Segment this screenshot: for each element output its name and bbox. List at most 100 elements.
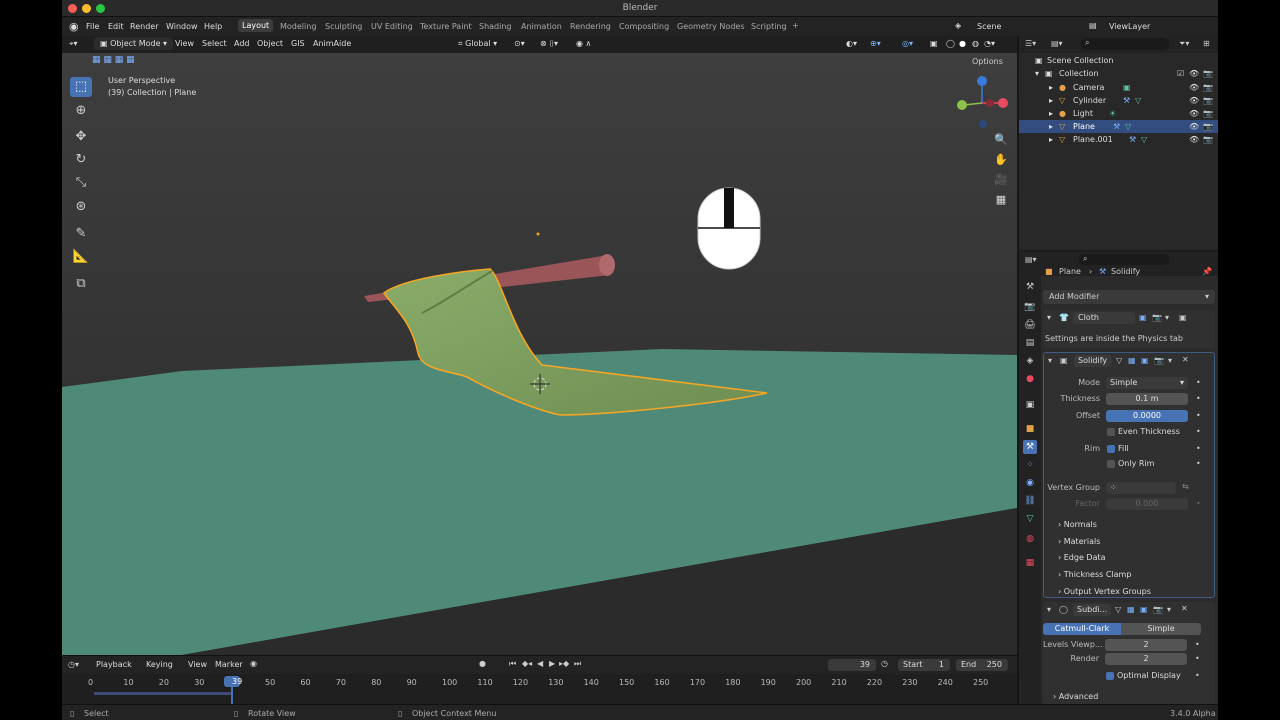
menu-render[interactable]: Render <box>130 22 158 31</box>
mode-dropdown[interactable]: Simple ▾ <box>1106 377 1188 389</box>
object-mode-dropdown[interactable]: ▣ Object Mode ▾ <box>94 37 174 50</box>
render-levels-field[interactable]: 2 <box>1105 653 1187 665</box>
scene-selector[interactable]: Scene <box>977 22 1001 31</box>
particles-tab-icon[interactable]: ⁘ <box>1023 458 1037 472</box>
record-icon[interactable]: ● <box>479 659 486 668</box>
proportional-edit-icon[interactable]: ◉ ∧ <box>576 39 591 48</box>
catmull-clark-button[interactable]: Catmull-Clark <box>1043 623 1121 635</box>
play-reverse-icon[interactable]: ◀ <box>537 659 543 668</box>
rotate-tool[interactable]: ↻ <box>70 150 92 170</box>
menu-view[interactable]: View <box>175 39 194 48</box>
thickness-field[interactable]: 0.1 m <box>1106 393 1188 405</box>
visibility-eye-icon[interactable]: 👁 <box>1189 83 1199 92</box>
menu-timeline-view[interactable]: View <box>188 660 207 669</box>
properties-editor-icon[interactable]: ▤▾ <box>1025 255 1037 264</box>
scale-tool[interactable]: ⤡ <box>70 173 92 193</box>
constraints-tab-icon[interactable]: ⛓ <box>1023 494 1037 508</box>
xray-toggle-icon[interactable]: ▣ <box>930 39 938 48</box>
transform-tool[interactable]: ⊛ <box>70 197 92 217</box>
close-icon[interactable]: ✕ <box>1182 355 1189 364</box>
vertex-group-field[interactable]: ⁘ <box>1106 482 1176 494</box>
materials-subpanel[interactable]: › Materials <box>1058 537 1100 546</box>
tool-tab-icon[interactable]: ⚒ <box>1023 280 1037 294</box>
world-tab-icon[interactable]: ● <box>1023 372 1037 386</box>
next-keyframe-icon[interactable]: ▸◆ <box>559 659 569 668</box>
previous-keyframe-icon[interactable]: ◆◂ <box>522 659 532 668</box>
editmode-toggle-icon[interactable]: ▦ <box>1128 356 1136 365</box>
shading-rendered-icon[interactable]: ◔▾ <box>984 39 995 48</box>
output-vertex-groups-subpanel[interactable]: › Output Vertex Groups <box>1058 587 1151 596</box>
thickness-clamp-subpanel[interactable]: › Thickness Clamp <box>1058 570 1131 579</box>
collection-checkbox[interactable]: ☑ <box>1177 69 1184 78</box>
render-tab-icon[interactable]: 📷 <box>1023 300 1037 314</box>
menu-select[interactable]: Select <box>202 39 227 48</box>
transform-orientation-dropdown[interactable]: ⌗ Global ▾ <box>458 39 497 49</box>
data-tab-icon[interactable]: ▽ <box>1023 512 1037 526</box>
tab-compositing[interactable]: Compositing <box>619 22 669 31</box>
outliner-item-cylinder[interactable]: ▸ ▽ Cylinder ⚒ ▽ 👁 📷 <box>1019 94 1218 107</box>
menu-object[interactable]: Object <box>257 39 283 48</box>
camera-view-icon[interactable]: 🎥 <box>992 171 1010 189</box>
scene-selector-icon[interactable]: ◈ <box>955 21 961 30</box>
menu-help[interactable]: Help <box>204 22 222 31</box>
subdivision-name-field[interactable]: Subdi... <box>1073 604 1111 616</box>
play-icon[interactable]: ▶ <box>549 659 555 668</box>
select-mode-icons[interactable]: ▦ ▦ ▦ ▦ <box>92 55 135 65</box>
close-icon[interactable]: ✕ <box>1181 604 1188 613</box>
playhead[interactable]: 39 <box>224 676 242 687</box>
frame-ruler[interactable]: 0 10 20 30 50 60 70 80 90 100 110 120 130 140 150 160 17… <box>62 674 1017 704</box>
new-collection-icon[interactable]: ⊞ <box>1203 39 1210 48</box>
outliner-item-plane-001[interactable]: ▸ ▽ Plane.001 ⚒ ▽ 👁 📷 <box>1019 133 1218 146</box>
render-camera-icon[interactable]: 📷 <box>1203 122 1213 131</box>
expand-icon[interactable]: ▸ <box>1049 109 1053 118</box>
collapse-icon[interactable]: ▾ <box>1047 313 1051 322</box>
physics-link-icon[interactable]: ▣ <box>1179 313 1187 322</box>
render-toggle-icon[interactable]: 📷 <box>1153 605 1163 614</box>
editmode-toggle-icon[interactable]: ▦ <box>1127 605 1135 614</box>
menu-keying[interactable]: Keying <box>146 660 173 669</box>
view-layer-tab-icon[interactable]: ▤ <box>1023 336 1037 350</box>
output-tab-icon[interactable]: 🖨 <box>1023 318 1037 332</box>
physics-tab-icon[interactable]: ◉ <box>1023 476 1037 490</box>
editmode-toggle-icon[interactable]: ▣ <box>1139 313 1147 322</box>
auto-keying-icon[interactable]: ◉ <box>250 659 257 668</box>
tab-texture-paint[interactable]: Texture Paint <box>420 22 472 31</box>
menu-edit[interactable]: Edit <box>108 22 124 31</box>
menu-file[interactable]: File <box>86 22 99 31</box>
tab-layout[interactable]: Layout <box>238 19 274 32</box>
cloth-name-field[interactable]: Cloth <box>1073 312 1135 324</box>
collapse-icon[interactable]: ▾ <box>1047 605 1051 614</box>
modifier-menu-icon[interactable]: ▾ <box>1168 356 1172 365</box>
tab-uv-editing[interactable]: UV Editing <box>371 22 413 31</box>
advanced-subpanel[interactable]: › Advanced <box>1053 692 1098 701</box>
keyframe-dot[interactable]: • <box>1195 640 1200 649</box>
render-camera-icon[interactable]: 📷 <box>1203 109 1213 118</box>
preview-range-icon[interactable]: ◷ <box>881 659 888 668</box>
current-frame-field[interactable]: 39 <box>828 659 876 671</box>
menu-playback[interactable]: Playback <box>96 660 132 669</box>
fill-checkbox[interactable] <box>1107 445 1115 453</box>
tab-shading[interactable]: Shading <box>479 22 512 31</box>
keyframe-dot[interactable]: • <box>1195 654 1200 663</box>
end-frame-field[interactable]: End 250 <box>956 659 1008 671</box>
only-rim-checkbox[interactable] <box>1107 460 1115 468</box>
tab-geometry-nodes[interactable]: Geometry Nodes <box>677 22 744 31</box>
expand-icon[interactable]: ▸ <box>1049 83 1053 92</box>
offset-field[interactable]: 0.0000 <box>1106 410 1188 422</box>
visibility-eye-icon[interactable]: 👁 <box>1189 109 1199 118</box>
editor-type-icon[interactable]: ⌖▾ <box>69 39 78 49</box>
outliner-item-light[interactable]: ▸ ● Light ☀ 👁 📷 <box>1019 107 1218 120</box>
outliner-search-input[interactable]: ⌕ <box>1081 38 1169 50</box>
scene-tab-icon[interactable]: ◈ <box>1023 354 1037 368</box>
render-camera-icon[interactable]: 📷 <box>1203 69 1213 78</box>
view-layer-icon[interactable]: ▤ <box>1089 21 1097 30</box>
properties-search-input[interactable]: ⌕ <box>1079 254 1169 265</box>
outliner-collection[interactable]: ▾ ▣ Collection ☑ 👁 📷 <box>1019 67 1218 80</box>
outliner-item-camera[interactable]: ▸ ● Camera ▣ 👁 📷 <box>1019 81 1218 94</box>
render-camera-icon[interactable]: 📷 <box>1203 96 1213 105</box>
menu-window[interactable]: Window <box>166 22 198 31</box>
zoom-icon[interactable]: 🔍 <box>992 131 1010 149</box>
tab-rendering[interactable]: Rendering <box>570 22 611 31</box>
outliner-editor-icon[interactable]: ☰▾ <box>1025 39 1036 48</box>
invert-icon[interactable]: ⇆ <box>1182 482 1189 491</box>
